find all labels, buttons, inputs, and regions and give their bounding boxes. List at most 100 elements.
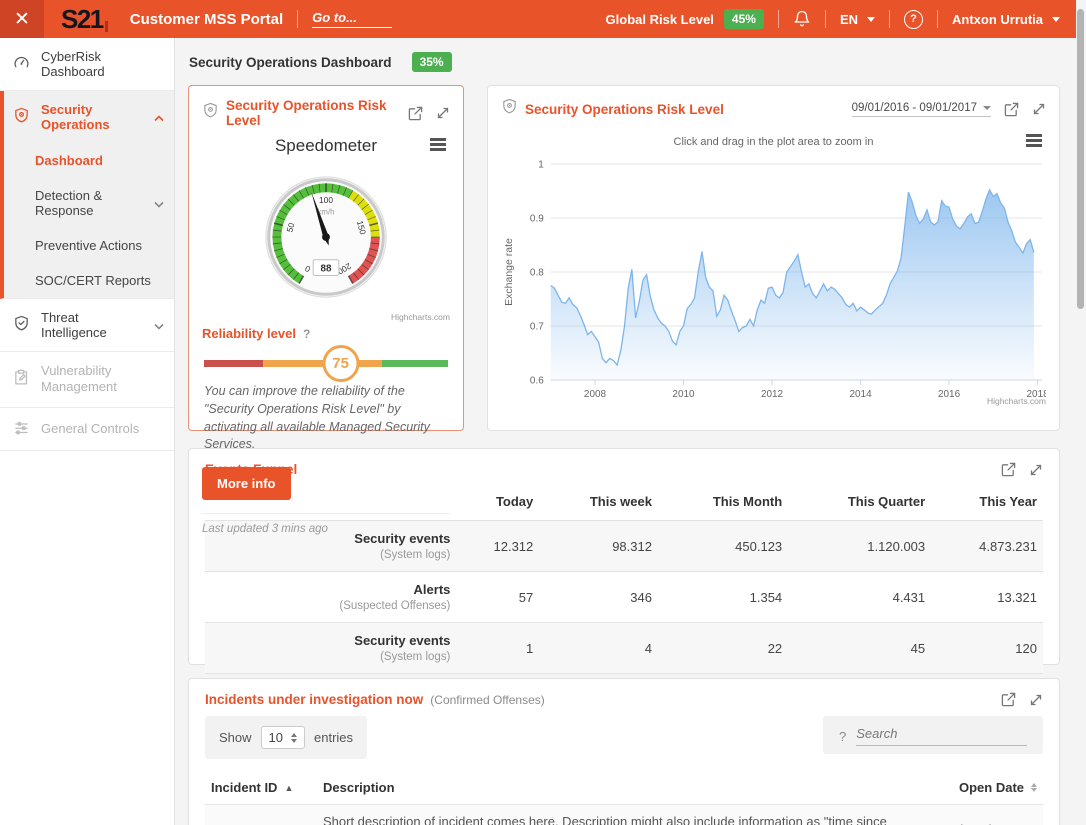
incidents-panel: Incidents under investigation now (Confi… — [188, 678, 1060, 825]
spinner-icon — [291, 733, 297, 743]
divider — [937, 10, 938, 28]
svg-text:2008: 2008 — [584, 389, 607, 400]
column-header: This Year — [931, 483, 1043, 521]
incidents-table: Incident ID ▲ Description Open Date — [205, 771, 1043, 825]
date-range-picker[interactable]: 09/01/2016 - 09/01/2017 — [852, 102, 991, 117]
sidebar-item-cyberrisk-dashboard[interactable]: CyberRisk Dashboard — [0, 38, 174, 91]
divider — [825, 10, 826, 28]
divider — [778, 10, 779, 28]
sidebar-item-label: Vulnerability Management — [41, 363, 141, 396]
sidebar-item-security-operations[interactable]: Security Operations — [4, 91, 174, 143]
panel-actions: 09/01/2016 - 09/01/2017 — [852, 102, 1046, 117]
chart-menu-icon[interactable] — [430, 138, 446, 153]
sidebar-item-threat-intelligence[interactable]: Threat Intelligence — [0, 299, 174, 352]
global-risk-badge: 45% — [724, 9, 764, 29]
panel-title: Events Funnel — [205, 462, 297, 477]
date-range-value: 09/01/2016 - 09/01/2017 — [852, 102, 977, 114]
funnel-body: Security events(System logs)12.31298.312… — [205, 521, 1043, 674]
goto-input[interactable] — [312, 10, 392, 28]
expand-icon[interactable] — [436, 106, 450, 120]
app-root: ✕ S21 Customer MSS Portal Global Risk Le… — [0, 0, 1086, 825]
svg-text:2012: 2012 — [761, 389, 784, 400]
svg-text:100: 100 — [319, 195, 333, 205]
column-header-open-date[interactable]: Open Date — [893, 771, 1043, 805]
exchange-rate-area-chart[interactable]: 0.60.70.80.91200820102012201420162018Exc… — [501, 152, 1046, 408]
chevron-down-icon — [154, 318, 164, 333]
sidebar-item-label: Threat Intelligence — [41, 310, 143, 340]
risk-chart-panel: Security Operations Risk Level 09/01/201… — [487, 85, 1060, 431]
user-menu[interactable]: Antxon Urrutia — [952, 12, 1060, 27]
column-header: This Quarter — [788, 483, 931, 521]
sidebar-item-vulnerability-management[interactable]: Vulnerability Management — [0, 352, 174, 408]
column-header-description[interactable]: Description — [317, 771, 893, 805]
top-bar-right: Global Risk Level 45% EN ? Antxon Urruti… — [606, 9, 1060, 29]
table-controls: Show 10 entries ? — [205, 716, 1043, 759]
sort-ascending-icon: ▲ — [284, 783, 293, 793]
reliability-label: Reliability level — [202, 326, 296, 341]
help-button[interactable]: ? — [904, 10, 923, 29]
funnel-value-cell: 22 — [658, 623, 788, 674]
logo-accent — [105, 21, 108, 32]
app-title: Customer MSS Portal — [130, 11, 283, 28]
sidebar-item-general-controls[interactable]: General Controls — [0, 408, 174, 451]
expand-icon[interactable] — [1029, 463, 1043, 477]
sidebar-subitem-label: SOC/CERT Reports — [35, 273, 151, 288]
sidebar-item-label: General Controls — [41, 421, 139, 436]
chart-menu-icon[interactable] — [1026, 134, 1042, 149]
export-icon[interactable] — [1001, 462, 1016, 477]
speedometer-gauge: 050100150200km/h88 — [242, 164, 410, 312]
top-bar: ✕ S21 Customer MSS Portal Global Risk Le… — [0, 0, 1076, 38]
funnel-value-cell: 13.321 — [931, 572, 1043, 623]
svg-text:1: 1 — [538, 159, 544, 170]
sliders-icon — [13, 419, 30, 439]
funnel-value-cell: 120 — [931, 623, 1043, 674]
search-icon: ? — [839, 729, 846, 744]
reliability-bar[interactable]: 75 — [204, 360, 448, 367]
sidebar-item-label: CyberRisk Dashboard — [41, 49, 164, 79]
funnel-value-cell: 12.312 — [456, 521, 539, 572]
global-risk-label: Global Risk Level — [606, 12, 714, 27]
page-size-select[interactable]: 10 — [261, 726, 305, 749]
panel-header: Incidents under investigation now (Confi… — [205, 692, 1043, 707]
export-icon[interactable] — [1004, 102, 1019, 117]
svg-text:0.9: 0.9 — [530, 213, 544, 224]
reliability-value-badge[interactable]: 75 — [322, 345, 359, 382]
page-scrollbar-thumb[interactable] — [1077, 9, 1084, 309]
help-icon[interactable]: ? — [303, 327, 310, 341]
expand-icon[interactable] — [1032, 102, 1046, 116]
search-input[interactable] — [856, 726, 1027, 746]
sidebar-subitem-detection-response[interactable]: Detection & Response — [4, 178, 174, 228]
chevron-up-icon — [154, 110, 164, 125]
page-risk-badge: 35% — [412, 52, 452, 72]
user-name: Antxon Urrutia — [952, 12, 1043, 27]
close-button[interactable]: ✕ — [0, 0, 44, 38]
svg-text:2010: 2010 — [672, 389, 695, 400]
panel-title: Security Operations Risk Level — [525, 102, 724, 117]
reliability-header: Reliability level ? — [202, 326, 450, 341]
panel-actions — [1001, 462, 1043, 477]
incident-row[interactable]: ID 000001Short description of incident c… — [205, 805, 1043, 825]
gauge-icon — [13, 54, 30, 74]
column-header-incident-id[interactable]: Incident ID ▲ — [205, 771, 317, 805]
funnel-value-cell: 98.312 — [539, 521, 658, 572]
funnel-value-cell: 57 — [456, 572, 539, 623]
logo-text: S21 — [61, 4, 103, 35]
sidebar-subitem-soc-cert-reports[interactable]: SOC/CERT Reports — [4, 263, 174, 298]
sidebar-subitem-preventive-actions[interactable]: Preventive Actions — [4, 228, 174, 263]
shield-gear-icon — [501, 98, 518, 120]
sidebar-subitem-dashboard[interactable]: Dashboard — [4, 143, 174, 178]
incident-open-date-cell: Registration Date — [893, 805, 1043, 825]
highcharts-credits[interactable]: Highcharts.com — [202, 312, 450, 322]
export-icon[interactable] — [1001, 692, 1016, 707]
gauge-chart-header: Speedometer — [202, 136, 450, 156]
funnel-value-cell: 450.123 — [658, 521, 788, 572]
language-selector[interactable]: EN — [840, 12, 875, 27]
sidebar-group-security-operations: Security Operations Dashboard Detection … — [0, 91, 174, 299]
column-header: Today — [456, 483, 539, 521]
notifications-bell-icon[interactable] — [793, 10, 811, 28]
events-funnel-table: TodayThis weekThis MonthThis QuarterThis… — [205, 483, 1043, 674]
expand-icon[interactable] — [1029, 693, 1043, 707]
panel-actions — [408, 106, 450, 121]
export-icon[interactable] — [408, 106, 423, 121]
funnel-row-sublabel: (Suspected Offenses) — [339, 600, 450, 612]
